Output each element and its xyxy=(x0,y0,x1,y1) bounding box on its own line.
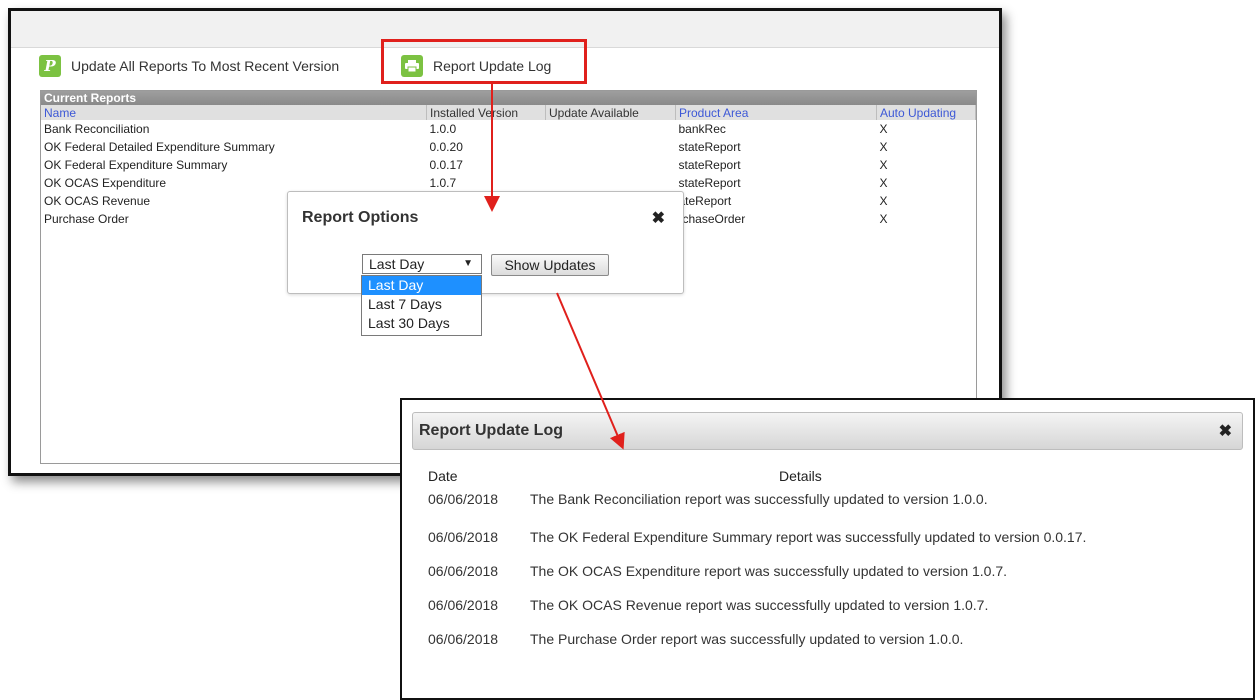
installed-version: 0.0.20 xyxy=(429,140,463,154)
log-entry-details: The OK Federal Expenditure Summary repor… xyxy=(530,529,1087,545)
log-entry-date: 06/06/2018 xyxy=(428,563,499,579)
report-name: OK Federal Detailed Expenditure Summary xyxy=(44,140,275,154)
product-area: stateReport xyxy=(678,176,741,190)
report-options-dialog: Report Options ✖ Last Day ▼ Show Updates xyxy=(287,191,684,294)
report-name: OK OCAS Expenditure xyxy=(44,176,167,190)
close-icon[interactable]: ✖ xyxy=(652,208,665,228)
installed-version: 1.0.7 xyxy=(429,176,457,190)
log-column-header-details: Details xyxy=(779,468,822,484)
log-entry-date: 06/06/2018 xyxy=(428,597,499,613)
log-entry-details: The Purchase Order report was successful… xyxy=(530,631,964,647)
report-name: Bank Reconciliation xyxy=(44,122,150,136)
table-row[interactable]: OK Federal Expenditure Summary 0.0.17 st… xyxy=(41,156,976,174)
show-updates-button[interactable]: Show Updates xyxy=(491,254,609,276)
update-all-reports-button[interactable]: P Update All Reports To Most Recent Vers… xyxy=(39,53,339,79)
annotation-highlight-box xyxy=(381,39,587,84)
product-area: stateReport xyxy=(678,140,741,154)
installed-version: 1.0.0 xyxy=(429,122,457,136)
dropdown-option-last-30-days[interactable]: Last 30 Days xyxy=(362,314,481,333)
auto-updating: X xyxy=(879,194,888,208)
dropdown-option-last-7-days[interactable]: Last 7 Days xyxy=(362,295,481,314)
panel-title: Current Reports xyxy=(41,91,976,105)
date-range-selected-value: Last Day xyxy=(369,256,425,272)
log-entry: 06/06/2018 The OK Federal Expenditure Sum… xyxy=(428,529,1086,545)
dropdown-arrow-icon: ▼ xyxy=(463,258,473,269)
auto-updating: X xyxy=(879,122,888,136)
log-entry-details: The OK OCAS Expenditure report was succe… xyxy=(530,563,1008,579)
log-entry-date: 06/06/2018 xyxy=(428,631,499,647)
log-column-header-date: Date xyxy=(428,468,458,484)
log-entry: 06/06/2018 The Bank Reconciliation report… xyxy=(428,491,988,507)
log-entry: 06/06/2018 The Purchase Order report was … xyxy=(428,631,963,647)
log-entry-date: 06/06/2018 xyxy=(428,529,499,545)
product-area: stateReport xyxy=(678,158,741,172)
column-header-name[interactable]: Name xyxy=(41,105,427,120)
update-icon: P xyxy=(39,55,61,77)
date-range-select[interactable]: Last Day ▼ xyxy=(362,254,482,274)
update-available xyxy=(546,138,676,156)
log-title-bar: Report Update Log ✖ xyxy=(412,412,1243,450)
auto-updating: X xyxy=(879,140,888,154)
close-icon[interactable]: ✖ xyxy=(1219,421,1232,441)
table-row[interactable]: OK Federal Detailed Expenditure Summary … xyxy=(41,138,976,156)
dropdown-option-last-day[interactable]: Last Day xyxy=(362,276,481,295)
table-row[interactable]: OK OCAS Expenditure 1.0.7 stateReport X xyxy=(41,174,976,192)
product-area: rchaseOrder xyxy=(678,212,746,226)
auto-updating: X xyxy=(879,176,888,190)
log-entry-details: The Bank Reconciliation report was succe… xyxy=(530,491,988,507)
update-available xyxy=(546,174,676,192)
auto-updating: X xyxy=(879,212,888,226)
product-area: ateReport xyxy=(678,194,732,208)
auto-updating: X xyxy=(879,158,888,172)
report-update-log-dialog: Report Update Log ✖ Date Details 06/06/2… xyxy=(400,398,1255,700)
column-header-update-available: Update Available xyxy=(545,105,676,120)
column-header-product-area[interactable]: Product Area xyxy=(675,105,877,120)
log-entry: 06/06/2018 The OK OCAS Expenditure report… xyxy=(428,563,1007,579)
update-available xyxy=(546,156,676,174)
log-title: Report Update Log xyxy=(419,422,563,439)
report-options-title: Report Options xyxy=(302,209,419,226)
update-all-label: Update All Reports To Most Recent Versio… xyxy=(71,58,340,74)
update-available xyxy=(546,120,676,138)
report-name: OK Federal Expenditure Summary xyxy=(44,158,228,172)
date-range-dropdown-list: Last Day Last 7 Days Last 30 Days xyxy=(361,275,482,336)
installed-version: 0.0.17 xyxy=(429,158,463,172)
log-entry: 06/06/2018 The OK OCAS Revenue report was… xyxy=(428,597,988,613)
column-header-auto-updating[interactable]: Auto Updating xyxy=(876,105,976,120)
log-entry-date: 06/06/2018 xyxy=(428,491,499,507)
product-area: bankRec xyxy=(678,122,726,136)
table-row[interactable]: Bank Reconciliation 1.0.0 bankRec X xyxy=(41,120,976,138)
column-header-installed-version: Installed Version xyxy=(426,105,546,120)
log-entry-details: The OK OCAS Revenue report was successfu… xyxy=(530,597,989,613)
